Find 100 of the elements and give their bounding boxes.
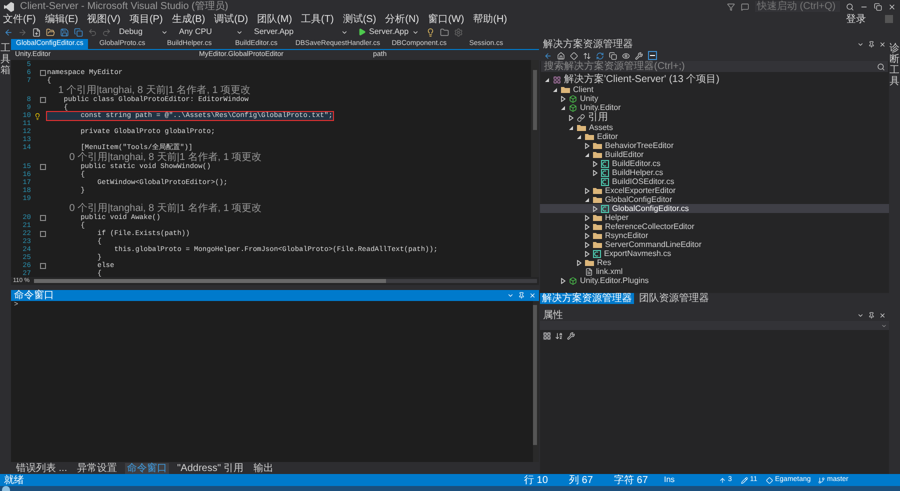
code-lens[interactable]: 0 个引用|tanghai, 8 天前|1 名作者, 1 项更改: [47, 152, 262, 163]
categorized-icon[interactable]: [543, 332, 551, 340]
wrench-icon[interactable]: [635, 52, 643, 60]
pin-icon[interactable]: [868, 312, 875, 319]
close-icon[interactable]: [879, 41, 886, 48]
vertical-scrollbar[interactable]: [531, 60, 539, 277]
tree-item[interactable]: Assets: [540, 123, 889, 132]
tree-item[interactable]: Unity.Editor: [540, 103, 889, 112]
menu-item[interactable]: 团队(M): [257, 14, 292, 24]
back-icon[interactable]: [4, 28, 13, 36]
diagnostics-tab[interactable]: 诊断工具: [890, 43, 900, 87]
tree-item[interactable]: ExportNavmesh.cs: [540, 249, 889, 258]
collapsed-arrow-icon[interactable]: [560, 96, 566, 102]
preview-toggle-icon[interactable]: [648, 51, 657, 60]
collapse-toggle-icon[interactable]: [40, 215, 46, 221]
search-icon[interactable]: [846, 2, 854, 10]
dropdown-caret-icon[interactable]: [507, 292, 514, 299]
save-all-icon[interactable]: [74, 28, 83, 36]
panel-tab[interactable]: 团队资源管理器: [637, 293, 711, 304]
tree-item[interactable]: 解决方案'Client-Server' (13 个项目): [540, 74, 889, 85]
close-icon[interactable]: [888, 2, 896, 10]
redo-icon[interactable]: [102, 28, 111, 36]
start-button[interactable]: Server.App: [356, 26, 421, 38]
lightbulb-icon[interactable]: [426, 28, 435, 36]
code-lens[interactable]: 0 个引用|tanghai, 8 天前|1 名作者, 1 项更改: [47, 203, 262, 214]
panel-tab[interactable]: "Address" 引用: [175, 462, 246, 474]
startup-project-dropdown[interactable]: Server.App: [251, 26, 351, 38]
expanded-arrow-icon[interactable]: [560, 104, 566, 110]
menu-item[interactable]: 文件(F): [3, 14, 36, 24]
panel-tab[interactable]: 异常设置: [75, 462, 120, 474]
panel-tab[interactable]: 命令窗口: [125, 462, 170, 474]
configuration-dropdown[interactable]: Debug: [116, 26, 171, 38]
collapsed-arrow-icon[interactable]: [584, 142, 590, 148]
collapse-toggle-icon[interactable]: [40, 263, 46, 269]
collapse-toggle-icon[interactable]: [40, 164, 46, 170]
folder-icon[interactable]: [440, 28, 449, 36]
collapse-toggle-icon[interactable]: [40, 70, 46, 76]
dropdown-caret-icon[interactable]: [857, 312, 864, 319]
expanded-arrow-icon[interactable]: [584, 152, 590, 158]
tree-item[interactable]: GlobalConfigEditor.cs: [540, 204, 889, 213]
collapse-toggle-icon[interactable]: [40, 97, 46, 103]
filter-icon[interactable]: [727, 2, 735, 10]
wrench-icon[interactable]: [567, 332, 575, 340]
tree-item[interactable]: Editor: [540, 132, 889, 141]
lightbulb-icon[interactable]: [34, 112, 41, 120]
toolbox-tab[interactable]: 工具箱: [0, 43, 10, 76]
collapsed-arrow-icon[interactable]: [568, 114, 574, 120]
save-icon[interactable]: [60, 28, 69, 36]
menu-item[interactable]: 测试(S): [342, 14, 376, 24]
tree-item[interactable]: RsyncEditor: [540, 231, 889, 240]
code-editor[interactable]: [11, 60, 539, 285]
collapse-toggle-icon[interactable]: [40, 231, 46, 237]
gear-icon[interactable]: [454, 28, 463, 36]
tree-item[interactable]: Client: [540, 85, 889, 94]
home-icon[interactable]: [557, 52, 565, 60]
open-folder-icon[interactable]: [46, 28, 55, 36]
expanded-arrow-icon[interactable]: [584, 196, 590, 202]
undo-icon[interactable]: [88, 28, 97, 36]
platform-dropdown[interactable]: Any CPU: [176, 26, 246, 38]
tree-item[interactable]: ExcelExporterEditor: [540, 186, 889, 195]
panel-tab[interactable]: 错误列表 ...: [14, 462, 70, 474]
menu-item[interactable]: 生成(B): [172, 14, 206, 24]
tree-item[interactable]: Helper: [540, 213, 889, 222]
close-icon[interactable]: [879, 312, 886, 319]
sync-icon[interactable]: [583, 52, 591, 60]
code-lens[interactable]: 1 个引用|tanghai, 8 天前|1 名作者, 1 项更改: [47, 85, 251, 96]
sort-icon[interactable]: [555, 332, 563, 340]
tree-item[interactable]: BehaviorTreeEditor: [540, 141, 889, 150]
restore-icon[interactable]: [874, 2, 882, 10]
new-file-icon[interactable]: [32, 28, 41, 36]
tree-item[interactable]: 引用: [540, 112, 889, 123]
tree-item[interactable]: Res: [540, 258, 889, 267]
menu-item[interactable]: 调试(D): [214, 14, 248, 24]
vertical-scrollbar[interactable]: [533, 301, 539, 462]
feedback-icon[interactable]: [741, 2, 749, 10]
menu-item[interactable]: 分析(N): [385, 14, 420, 24]
back-icon[interactable]: [544, 52, 552, 60]
tree-item[interactable]: Unity.Editor.Plugins: [540, 276, 889, 285]
tree-item[interactable]: link.xml: [540, 267, 889, 276]
pin-icon[interactable]: [868, 41, 875, 48]
menu-item[interactable]: 项目(P): [129, 14, 163, 24]
tree-item[interactable]: ServerCommandLineEditor: [540, 240, 889, 249]
collapsed-arrow-icon[interactable]: [560, 278, 566, 284]
sign-in-link[interactable]: 登录: [846, 14, 866, 24]
tree-item[interactable]: BuildIOSEditor.cs: [540, 177, 889, 186]
preview-icon[interactable]: [622, 52, 630, 60]
tree-item[interactable]: BuildEditor: [540, 150, 889, 159]
menu-item[interactable]: 帮助(H): [473, 14, 508, 24]
menu-item[interactable]: 编辑(E): [44, 14, 78, 24]
dropdown-caret-icon[interactable]: [857, 41, 864, 48]
tree-item[interactable]: Unity: [540, 94, 889, 103]
menu-item[interactable]: 窗口(W): [428, 14, 464, 24]
horizontal-scrollbar[interactable]: [34, 279, 537, 283]
search-field[interactable]: 搜索解决方案资源管理器(Ctrl+;): [541, 61, 888, 72]
collapsed-arrow-icon[interactable]: [584, 188, 590, 194]
collapse-all-icon[interactable]: [609, 52, 617, 60]
menu-item[interactable]: 视图(V): [87, 14, 120, 24]
tree-item[interactable]: BuildHelper.cs: [540, 168, 889, 177]
tree-item[interactable]: BuildEditor.cs: [540, 159, 889, 168]
panel-tab[interactable]: 解决方案资源管理器: [540, 293, 634, 304]
